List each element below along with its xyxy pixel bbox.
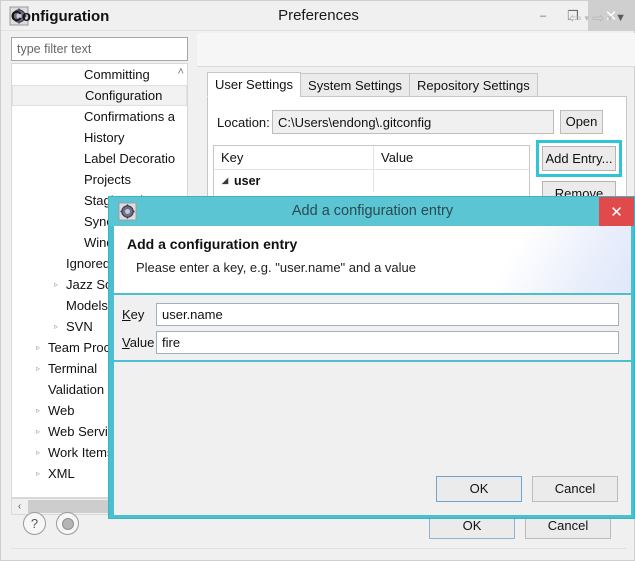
tab-repository-settings[interactable]: Repository Settings	[408, 73, 538, 97]
value-mnemonic: V	[122, 335, 130, 350]
sidebar-item-label: Label Decoratio	[84, 151, 176, 166]
dialog-titlebar: Add a configuration entry ✕	[109, 197, 634, 226]
dialog-heading: Add a configuration entry	[127, 236, 298, 252]
expand-arrow-icon[interactable]: ▹	[36, 337, 40, 358]
key-field-row: Key user.name	[114, 303, 631, 326]
sidebar-item-configuration[interactable]: Configuration	[12, 85, 187, 106]
table-header-row: Key Value	[214, 146, 529, 170]
tab-system-settings[interactable]: System Settings	[300, 73, 410, 97]
content-title: Configuration	[11, 8, 110, 25]
back-icon[interactable]: ⇦	[569, 9, 582, 27]
expand-arrow-icon[interactable]: ▹	[36, 400, 40, 421]
content-header	[197, 33, 635, 67]
sidebar-item-label: Models	[66, 298, 108, 313]
column-header-key[interactable]: Key	[214, 146, 374, 169]
banner-gradient	[451, 226, 631, 293]
table-cell-key-text: user	[234, 174, 261, 188]
key-input-value: user.name	[162, 307, 223, 322]
key-label-rest: ey	[130, 307, 145, 322]
value-input-value: fire	[162, 335, 181, 350]
sidebar-item-projects[interactable]: Projects	[12, 169, 187, 190]
sidebar-item-label: Terminal	[48, 361, 98, 376]
sidebar-item-label: Ignored	[66, 256, 111, 271]
help-icon[interactable]: ?	[23, 512, 46, 535]
location-label: Location:	[217, 115, 270, 130]
dialog-description: Please enter a key, e.g. "user.name" and…	[136, 260, 416, 275]
screen: Preferences – ❐ ✕ type filter text ˄ Com…	[0, 0, 635, 561]
dialog-banner: Add a configuration entry Please enter a…	[114, 226, 631, 293]
tab-bar: User Settings System Settings Repository S…	[207, 72, 538, 97]
key-field-label: Key	[114, 307, 156, 322]
sidebar-item-label: Configuration	[85, 88, 163, 103]
add-entry-button[interactable]: Add Entry...	[542, 146, 616, 171]
navigation-icons: ⇦ ▾ ⇨ ▾ ▼	[569, 9, 626, 27]
expand-arrow-icon[interactable]: ▹	[36, 421, 40, 442]
value-field-label: Value	[114, 335, 156, 350]
key-input[interactable]: user.name	[156, 303, 619, 326]
add-configuration-entry-dialog: Add a configuration entry ✕ Add a config…	[108, 196, 635, 519]
sidebar-item-label: Validation	[48, 382, 105, 397]
sidebar-item-label-decoratio[interactable]: Label Decoratio	[12, 148, 187, 169]
sidebar-item-label: Confirmations a	[84, 109, 176, 124]
restore-defaults-icon[interactable]	[56, 512, 79, 535]
sidebar-item-label: Projects	[84, 172, 131, 187]
expand-arrow-icon[interactable]: ▹	[36, 442, 40, 463]
value-field-row: Value fire	[114, 331, 631, 354]
forward-icon[interactable]: ⇨	[592, 9, 605, 27]
expand-arrow-icon[interactable]: ▹	[54, 274, 58, 295]
table-cell-key[interactable]: ◢ user	[214, 170, 374, 192]
sidebar-item-history[interactable]: History	[12, 127, 187, 148]
table-row[interactable]: ◢ user	[214, 170, 529, 192]
dialog-ok-button[interactable]: OK	[436, 476, 522, 502]
restore-defaults-dot	[61, 517, 74, 530]
value-input[interactable]: fire	[156, 331, 619, 354]
tab-user-settings[interactable]: User Settings	[207, 72, 302, 97]
dialog-cancel-button[interactable]: Cancel	[532, 476, 618, 502]
open-button[interactable]: Open	[560, 110, 603, 134]
sidebar-item-label: History	[84, 130, 125, 145]
sidebar-item-label: Work Items	[48, 445, 114, 460]
minimize-icon: –	[539, 10, 547, 22]
filter-placeholder: type filter text	[17, 42, 92, 56]
expand-arrow-icon[interactable]: ▹	[36, 463, 40, 484]
dialog-close-button[interactable]: ✕	[599, 197, 634, 226]
value-label-rest: alue	[129, 335, 155, 350]
minimize-button[interactable]: –	[528, 1, 558, 31]
scroll-left-icon[interactable]: ‹	[12, 501, 27, 512]
close-icon: ✕	[610, 203, 623, 221]
sidebar-item-label: Web	[48, 403, 75, 418]
table-cell-value[interactable]	[374, 170, 529, 192]
dialog-title: Add a configuration entry	[291, 203, 454, 219]
dialog-field-area: Key user.name Value fire	[114, 295, 631, 360]
bottom-icons: ?	[23, 512, 79, 535]
sidebar-item-committing[interactable]: Committing	[12, 64, 187, 85]
sidebar-item-label: XML	[48, 466, 75, 481]
expand-triangle-icon[interactable]: ◢	[222, 170, 228, 192]
location-field[interactable]: C:\Users\endong\.gitconfig	[272, 110, 554, 134]
key-mnemonic: K	[122, 307, 131, 322]
view-menu-icon[interactable]: ▼	[615, 12, 626, 24]
forward-dropdown-icon[interactable]: ▾	[608, 13, 613, 24]
footer-divider	[11, 548, 626, 549]
sidebar-item-label: SVN	[66, 319, 93, 334]
back-dropdown-icon[interactable]: ▾	[584, 13, 589, 24]
search-input[interactable]: type filter text	[11, 37, 188, 61]
sidebar-item-confirmations-a[interactable]: Confirmations a	[12, 106, 187, 127]
expand-arrow-icon[interactable]: ▹	[54, 316, 58, 337]
sidebar-item-label: Committing	[84, 67, 150, 82]
column-header-value[interactable]: Value	[374, 146, 529, 169]
location-value: C:\Users\endong\.gitconfig	[278, 115, 432, 130]
expand-arrow-icon[interactable]: ▹	[36, 358, 40, 379]
